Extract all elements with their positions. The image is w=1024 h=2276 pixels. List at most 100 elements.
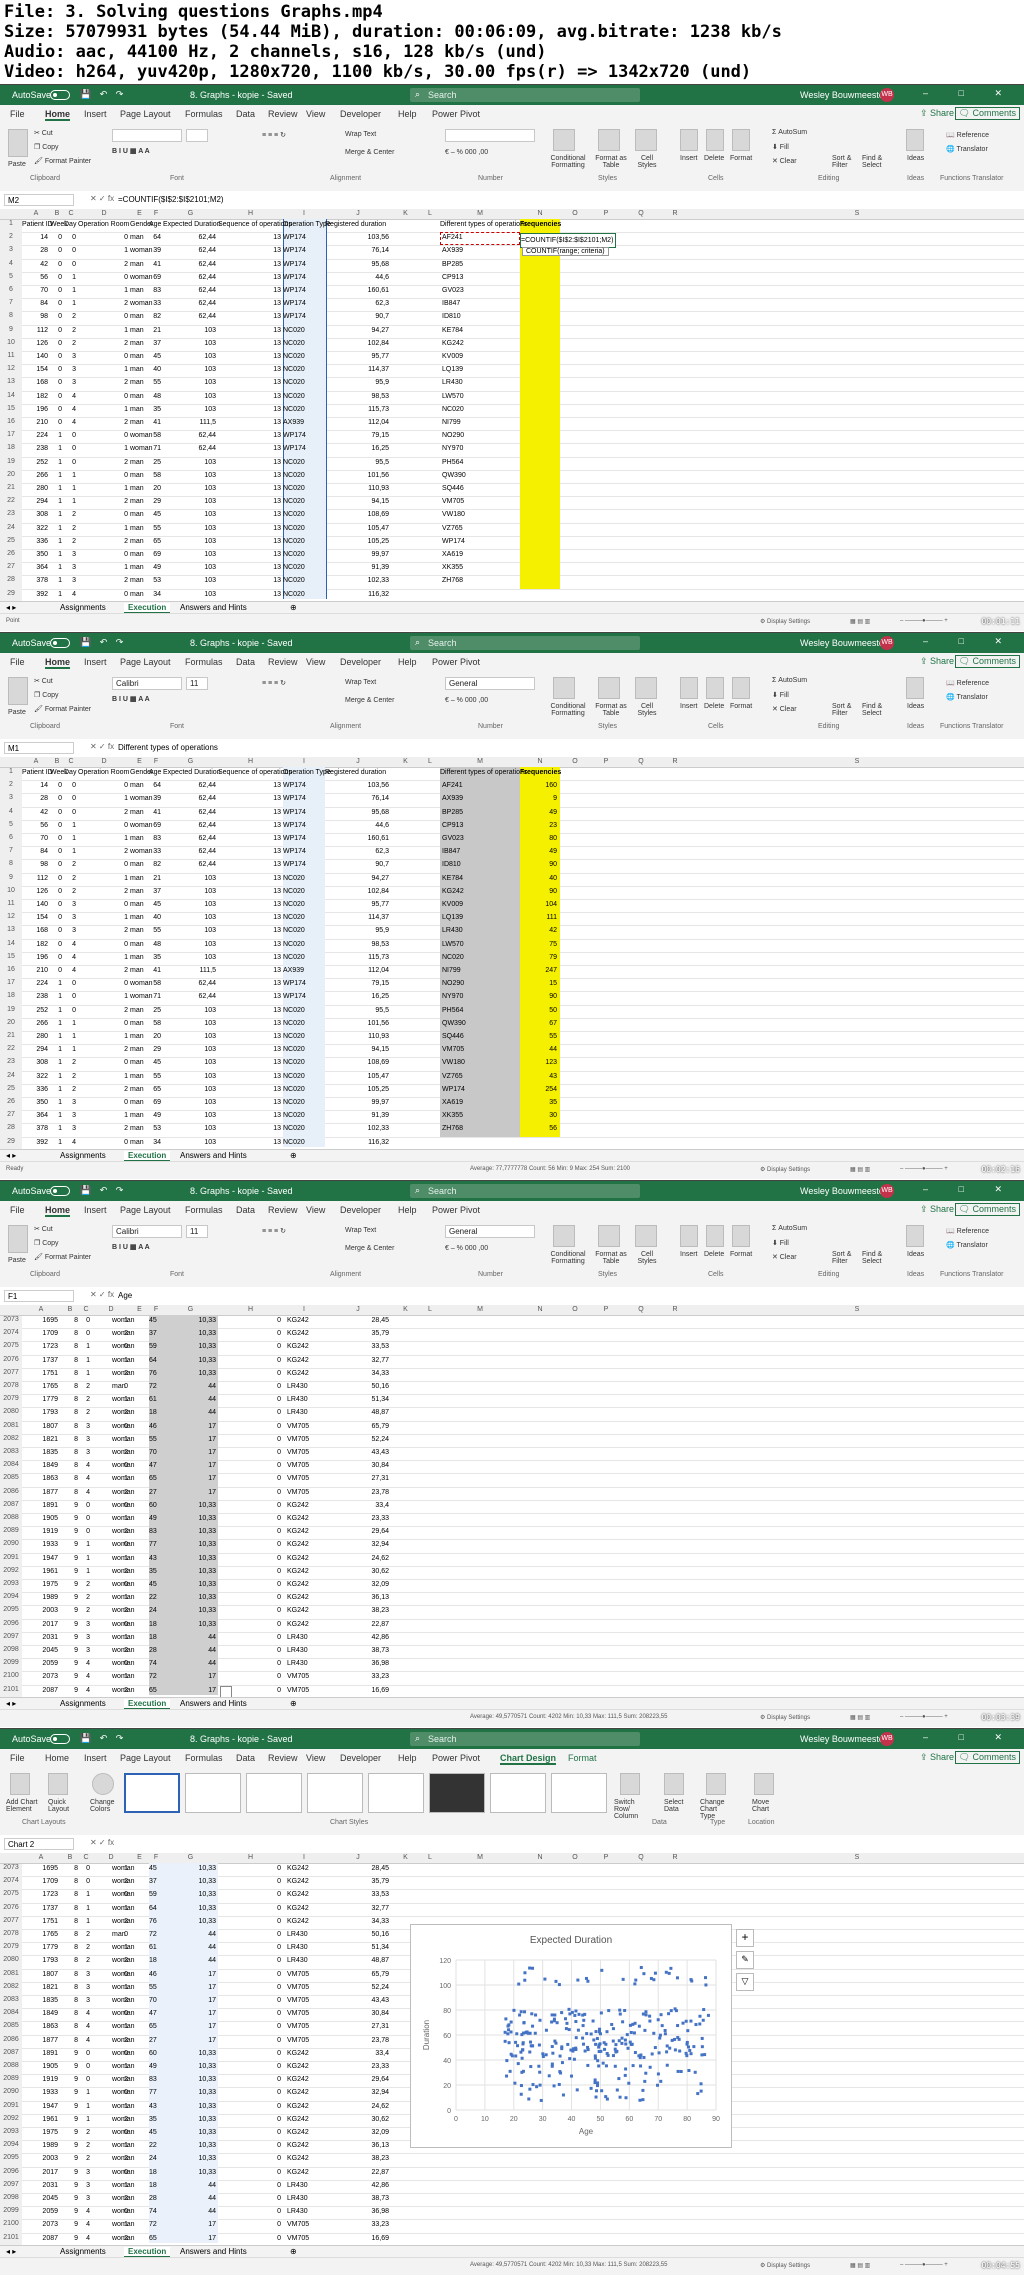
cell-B[interactable]: 8 (60, 1865, 78, 1872)
cell-D[interactable]: 0 (78, 1059, 128, 1066)
cell-A[interactable]: 196 (22, 406, 48, 413)
cell-H[interactable]: 13 (218, 300, 281, 307)
cell-I[interactable]: LR430 (287, 1660, 327, 1667)
column-header-H[interactable]: H (218, 210, 283, 217)
cell-J[interactable]: 32,77 (325, 1357, 389, 1364)
cell-G[interactable]: 10,33 (163, 2142, 216, 2149)
cell-A[interactable]: 1793 (22, 1957, 58, 1964)
cell-I[interactable]: KG242 (287, 1865, 327, 1872)
cell-I[interactable]: NC020 (283, 577, 323, 584)
cell-H[interactable]: 13 (218, 1059, 281, 1066)
cell-I[interactable]: WP174 (283, 861, 323, 868)
cell-C[interactable]: 0 (64, 980, 76, 987)
cell-J[interactable]: 51,34 (325, 1944, 389, 1951)
cell-C[interactable]: 4 (64, 1139, 76, 1146)
cell-B[interactable]: 9 (60, 2208, 78, 2215)
cell-J[interactable]: 23,33 (325, 2063, 389, 2070)
row-number[interactable]: 19 (0, 457, 22, 471)
cell-F[interactable]: 46 (149, 1971, 161, 1978)
cell-I[interactable]: WP174 (283, 261, 323, 268)
cell-G[interactable]: 17 (163, 2010, 216, 2017)
cell-A[interactable]: 336 (22, 1086, 48, 1093)
column-header-B[interactable]: B (60, 1854, 80, 1861)
cell-E[interactable]: woman (112, 2010, 148, 2017)
row-number[interactable]: 9 (0, 873, 22, 887)
row-number[interactable]: 12 (0, 365, 22, 379)
cell-H[interactable]: 0 (218, 2235, 281, 2242)
cell-B[interactable]: 1 (50, 472, 62, 479)
row-number[interactable]: 27 (0, 563, 22, 577)
cell-M[interactable]: XA619 (442, 551, 463, 558)
cell-E[interactable]: woman (112, 2076, 148, 2083)
cell-N[interactable]: 55 (520, 1033, 557, 1040)
column-header-D[interactable]: D (92, 1306, 130, 1313)
cell-M[interactable]: NO290 (442, 432, 464, 439)
cell-N[interactable]: Frequencies (520, 769, 561, 776)
paste-label[interactable]: Paste (8, 1257, 26, 1264)
tab-data[interactable]: Data (236, 109, 255, 119)
column-header-K[interactable]: K (391, 1306, 420, 1313)
zoom-slider[interactable]: – ────●──── + (900, 1166, 948, 1172)
search-box[interactable]: ⌕ Search (410, 636, 640, 650)
cell-H[interactable]: 0 (218, 1944, 281, 1951)
cell-A[interactable]: 1835 (22, 1997, 58, 2004)
cell-F[interactable]: 61 (149, 1396, 161, 1403)
cell-D[interactable]: 1 (78, 875, 128, 882)
column-header-R[interactable]: R (660, 210, 690, 217)
cell-H[interactable]: 13 (218, 445, 281, 452)
column-header-M[interactable]: M (440, 1854, 520, 1861)
cell-B[interactable]: 9 (60, 2050, 78, 2057)
cell-C[interactable]: 2 (80, 1957, 90, 1964)
cell-G[interactable]: 10,33 (163, 1541, 216, 1548)
row-number[interactable]: 16 (0, 966, 22, 980)
cell-G[interactable]: 44 (163, 1957, 216, 1964)
cell-H[interactable]: 13 (218, 941, 281, 948)
cell-J[interactable]: 38,23 (325, 1607, 389, 1614)
cell-D[interactable]: 2 (78, 848, 128, 855)
cell-B[interactable]: 8 (60, 1944, 78, 1951)
autosum-button[interactable]: Σ AutoSum (772, 129, 807, 136)
cell-I[interactable]: WP174 (283, 993, 323, 1000)
cell-E[interactable]: man (130, 927, 147, 934)
cell-H[interactable]: 0 (218, 1330, 281, 1337)
cell-H[interactable]: 0 (218, 1489, 281, 1496)
cell-A[interactable]: 1779 (22, 1396, 58, 1403)
cell-H[interactable]: 13 (218, 980, 281, 987)
sheet-tab-answers-and-hints[interactable]: Answers and Hints (180, 1699, 247, 1708)
cell-B[interactable]: 8 (60, 1891, 78, 1898)
cell-J[interactable]: 36,13 (325, 1594, 389, 1601)
cell-M[interactable]: PH564 (442, 459, 463, 466)
tab-file[interactable]: File (10, 657, 25, 667)
format-cells-icon[interactable] (732, 1225, 750, 1247)
row-number[interactable]: 2 (0, 233, 22, 247)
cell-I[interactable]: NC020 (283, 1125, 323, 1132)
row-number[interactable]: 3 (0, 246, 22, 260)
cell-I[interactable]: WP174 (283, 835, 323, 842)
cell-J[interactable]: 65,79 (325, 1423, 389, 1430)
cell-H[interactable]: 13 (218, 379, 281, 386)
cell-M[interactable]: VW180 (442, 511, 465, 518)
cell-E[interactable]: man (130, 287, 147, 294)
cell-H[interactable]: 0 (218, 1957, 281, 1964)
cell-C[interactable]: 4 (80, 2037, 90, 2044)
comments-button[interactable]: 🗨 Comments (954, 1203, 1020, 1216)
cell-B[interactable]: 0 (50, 848, 62, 855)
column-header-L[interactable]: L (420, 1854, 440, 1861)
cell-A[interactable]: 1975 (22, 2129, 58, 2136)
cell-H[interactable]: 0 (218, 1581, 281, 1588)
cell-E[interactable]: man (130, 901, 147, 908)
cell-M[interactable]: KG242 (442, 340, 464, 347)
cell-G[interactable]: 17 (163, 1489, 216, 1496)
row-number[interactable]: 2084 (0, 2009, 22, 2023)
tab-developer[interactable]: Developer (340, 1205, 381, 1215)
cell-G[interactable]: 17 (163, 1687, 216, 1694)
cell-N[interactable]: 67 (520, 1020, 557, 1027)
cell-A[interactable]: 1905 (22, 2063, 58, 2070)
wrap-text-button[interactable]: Wrap Text (345, 131, 376, 138)
cell-C[interactable]: 0 (80, 2076, 90, 2083)
column-header-O[interactable]: O (560, 210, 590, 217)
cell-E[interactable]: woman (112, 1555, 148, 1562)
cell-J[interactable]: 29,64 (325, 2076, 389, 2083)
cell-G[interactable]: 17 (163, 1436, 216, 1443)
cell-J[interactable]: Registered duration (325, 221, 389, 228)
